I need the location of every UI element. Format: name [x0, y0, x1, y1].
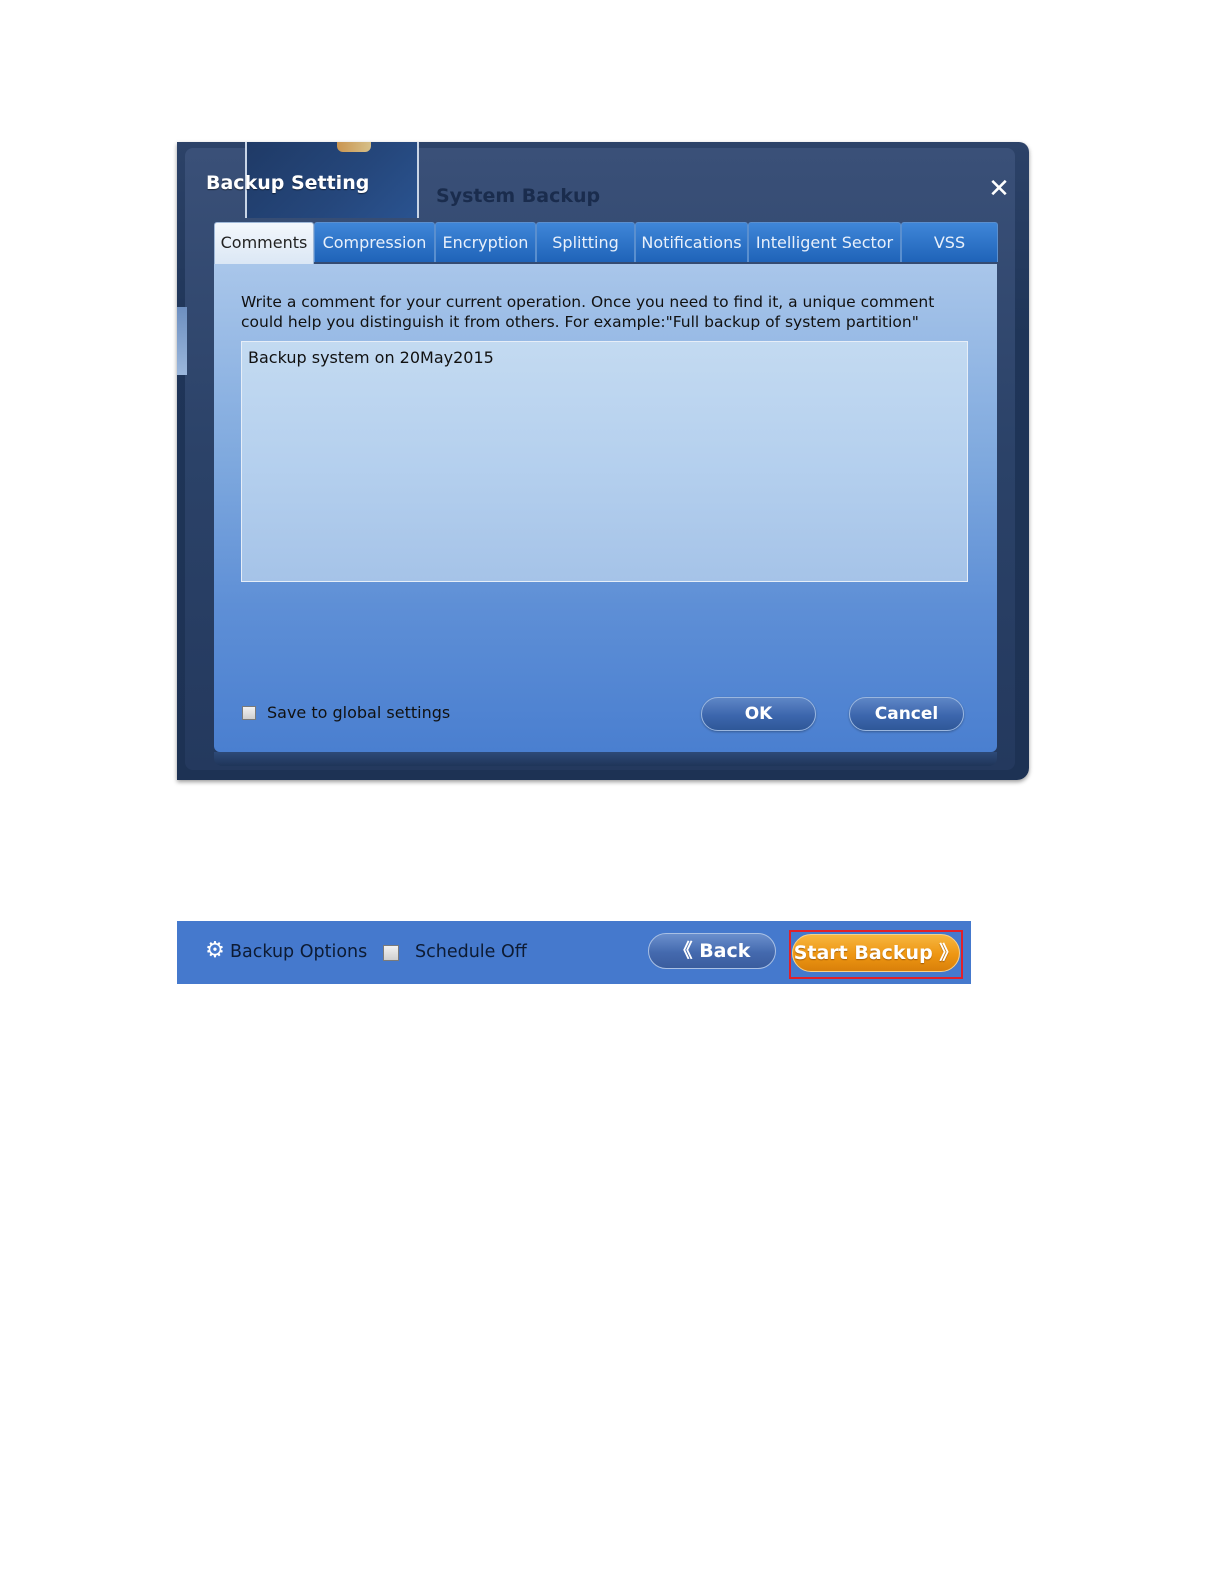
tab-bar: Comments Compression Encryption Splittin… — [214, 222, 998, 264]
tab-compression[interactable]: Compression — [314, 222, 435, 262]
cancel-button[interactable]: Cancel — [849, 697, 964, 731]
background-window-edge — [177, 307, 187, 375]
dialog-bottom-bar — [214, 752, 997, 766]
tab-splitting[interactable]: Splitting — [536, 222, 635, 262]
description-line-1: Write a comment for your current operati… — [241, 293, 935, 311]
background-app-icon — [337, 142, 371, 152]
tab-intelligent-sector[interactable]: Intelligent Sector — [748, 222, 901, 262]
save-global-label: Save to global settings — [267, 703, 451, 722]
tab-vss[interactable]: VSS — [901, 222, 998, 262]
gear-icon[interactable]: ⚙ — [204, 940, 226, 962]
backup-action-bar: ⚙ Backup Options Schedule Off 《 Back Sta… — [177, 921, 971, 984]
save-global-checkbox[interactable] — [242, 706, 256, 720]
schedule-label: Schedule Off — [415, 942, 527, 962]
description-line-2: could help you distinguish it from other… — [241, 313, 919, 331]
tab-notifications[interactable]: Notifications — [635, 222, 748, 262]
dialog-title: Backup Setting — [206, 172, 370, 194]
comment-description: Write a comment for your current operati… — [241, 292, 971, 332]
close-icon[interactable]: ✕ — [987, 176, 1011, 202]
back-button[interactable]: 《 Back — [648, 933, 776, 969]
tab-comments[interactable]: Comments — [214, 222, 314, 264]
ok-button[interactable]: OK — [701, 697, 816, 731]
schedule-checkbox[interactable] — [383, 945, 399, 961]
comment-textarea[interactable]: Backup system on 20May2015 — [241, 341, 968, 582]
start-backup-button[interactable]: Start Backup 》 — [792, 934, 960, 972]
backup-setting-dialog: Backup Setting System Backup ✕ Comments … — [177, 142, 1029, 780]
tab-encryption[interactable]: Encryption — [435, 222, 536, 262]
background-window-title: System Backup — [436, 185, 601, 207]
backup-options-link[interactable]: Backup Options — [230, 941, 367, 963]
